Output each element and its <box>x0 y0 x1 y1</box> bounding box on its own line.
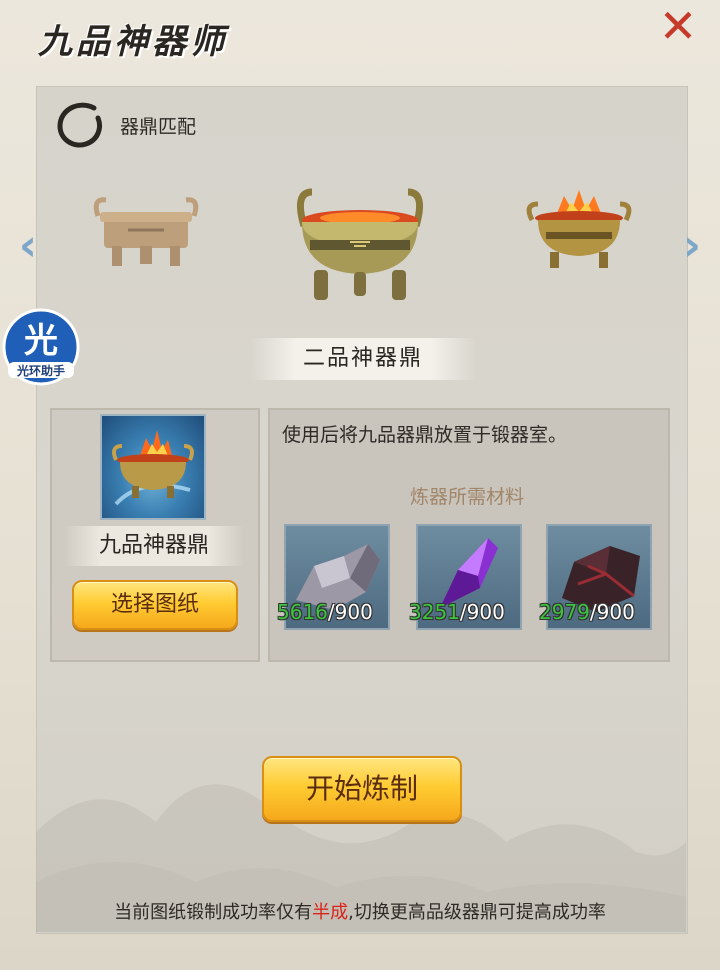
material-need-1: /900 <box>327 600 373 624</box>
carousel-left-arrow[interactable]: ‹ <box>14 218 42 274</box>
item-name: 九品神器鼎 <box>64 526 244 566</box>
success-rate-tip: 当前图纸锻制成功率仅有半成,切换更高品级器鼎可提高成功率 <box>40 898 680 924</box>
cauldron-option-1[interactable] <box>92 192 200 272</box>
item-description: 使用后将九品器鼎放置于锻器室。 <box>282 424 568 446</box>
material-count-1: 5616/900 <box>277 600 373 624</box>
material-need-3: /900 <box>589 600 635 624</box>
badge-char: 光 <box>24 321 58 361</box>
start-forging-button[interactable]: 开始炼制 <box>262 756 462 822</box>
material-have-1: 5616 <box>277 600 328 624</box>
cauldron-option-2[interactable] <box>290 186 430 304</box>
helper-badge-icon[interactable]: 光 光环助手 <box>2 308 80 386</box>
cauldron-item-icon[interactable] <box>100 414 206 520</box>
materials-title: 炼器所需材料 <box>409 486 524 508</box>
window-title: 九品神器师 <box>38 22 228 62</box>
material-have-3: 2979 <box>539 600 590 624</box>
brush-circle-icon <box>57 102 102 148</box>
item-cauldron-icon <box>112 430 194 506</box>
selected-cauldron-name: 二品神器鼎 <box>250 338 476 380</box>
material-have-2: 3251 <box>409 600 460 624</box>
material-count-3: 2979/900 <box>539 600 635 624</box>
tip-suffix: ,切换更高品级器鼎可提高成功率 <box>348 902 606 923</box>
close-icon[interactable]: ✕ <box>656 3 700 49</box>
tip-prefix: 当前图纸锻制成功率仅有 <box>114 902 313 923</box>
cauldron-option-3[interactable] <box>524 190 634 270</box>
section-title: 器鼎匹配 <box>120 116 197 138</box>
material-need-2: /900 <box>459 600 505 624</box>
material-count-2: 3251/900 <box>409 600 505 624</box>
carousel-right-arrow[interactable]: › <box>678 218 706 274</box>
select-blueprint-button[interactable]: 选择图纸 <box>72 580 238 630</box>
badge-label: 光环助手 <box>16 363 65 378</box>
tip-highlight: 半成 <box>312 902 349 923</box>
